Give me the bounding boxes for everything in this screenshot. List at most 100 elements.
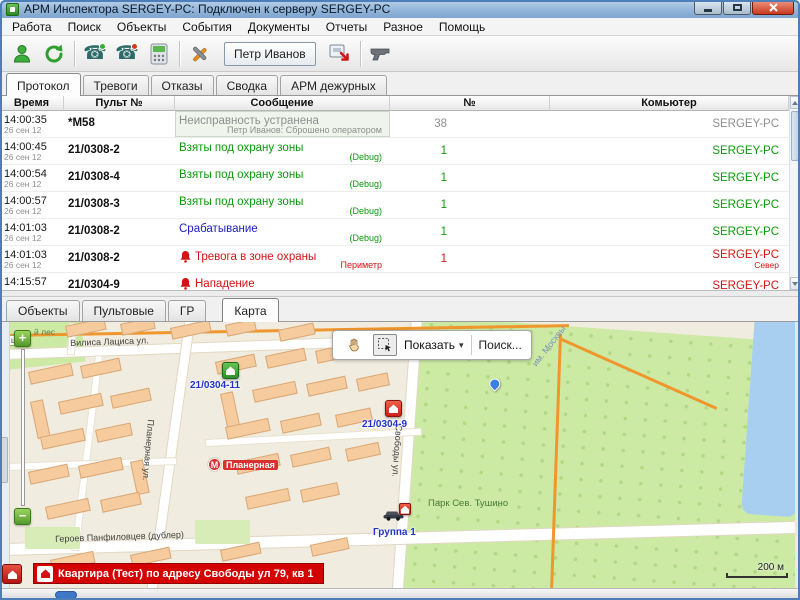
weapon-button[interactable]	[365, 39, 397, 69]
close-button[interactable]	[752, 0, 794, 15]
map-canvas[interactable]: М Планерная + − Показать ▾ Поиск... 200 …	[10, 322, 795, 588]
map-road	[72, 356, 102, 550]
map-marker-green-house[interactable]	[222, 362, 239, 379]
splitter[interactable]	[0, 290, 800, 297]
column-header-4[interactable]: Комьютер	[550, 96, 789, 111]
menu-item-1[interactable]: Поиск	[60, 18, 109, 36]
operator-icon	[11, 43, 33, 65]
zoom-out-button[interactable]: −	[14, 508, 31, 525]
cell-message: Нападение	[175, 273, 390, 290]
event-time: 14:01:03	[4, 246, 64, 261]
main-tab-4[interactable]: АРМ дежурных	[280, 75, 387, 95]
menu-item-5[interactable]: Отчеты	[318, 18, 375, 36]
zoom-slider[interactable]	[21, 349, 25, 506]
alarm-button[interactable]	[2, 564, 22, 584]
metro-station[interactable]: М Планерная	[208, 458, 278, 471]
computer-name: SERGEY-PC	[712, 172, 779, 184]
column-header-0[interactable]: Время	[0, 96, 64, 111]
scrollbar-thumb[interactable]	[791, 111, 799, 161]
scroll-up-button[interactable]	[790, 96, 800, 109]
map-side-scrollbar-thumb[interactable]	[1, 437, 8, 483]
main-tab-3[interactable]: Сводка	[216, 75, 279, 95]
main-tab-2[interactable]: Отказы	[151, 75, 214, 95]
logout-button[interactable]	[324, 39, 356, 69]
answer-call-button[interactable]: ☎	[79, 39, 111, 69]
bottom-tab-2[interactable]: ГР	[168, 300, 207, 321]
pult-number: 21/0304-9	[64, 273, 175, 290]
map-marker-red-house[interactable]	[385, 400, 402, 417]
minimize-button[interactable]	[694, 0, 722, 15]
cell-pult: 21/0308-2	[64, 246, 175, 272]
menu-item-3[interactable]: События	[174, 18, 240, 36]
table-row-0[interactable]: 14:00:3526 сен 12*М58Неисправность устра…	[0, 111, 789, 138]
menu-item-7[interactable]: Помощь	[431, 18, 493, 36]
select-tool-button[interactable]	[373, 334, 397, 356]
map-toolbar-separator	[471, 335, 472, 355]
message-subtext: (Debug)	[349, 233, 382, 243]
map-building	[300, 482, 340, 503]
bottom-tab-3[interactable]: Карта	[222, 298, 278, 322]
table-row-3[interactable]: 14:00:5726 сен 1221/0308-3Взяты под охра…	[0, 192, 789, 219]
map-building	[110, 388, 152, 409]
zoom-in-button[interactable]: +	[14, 330, 31, 347]
main-tab-0[interactable]: Протокол	[6, 73, 81, 96]
menu-item-4[interactable]: Документы	[240, 18, 318, 36]
table-row-1[interactable]: 14:00:4526 сен 1221/0308-2Взяты под охра…	[0, 138, 789, 165]
cell-computer: SERGEY-PC	[550, 138, 789, 164]
map-building	[290, 447, 332, 468]
title-bar[interactable]: АРМ Инспектора SERGEY-PC: Подключен к се…	[0, 0, 800, 18]
settings-button[interactable]	[184, 39, 216, 69]
pult-number: 21/0308-3	[64, 192, 175, 210]
table-row-5[interactable]: 14:01:0326 сен 1221/0308-2Тревога в зоне…	[0, 246, 789, 273]
map-side-scrollbar[interactable]	[0, 322, 10, 588]
bottom-tab-1[interactable]: Пультовые	[82, 300, 166, 321]
device-panel-button[interactable]	[143, 39, 175, 69]
app-icon	[6, 3, 19, 16]
cell-number	[390, 273, 550, 290]
operator-button[interactable]	[6, 39, 38, 69]
menu-item-2[interactable]: Объекты	[109, 18, 175, 36]
message-subtext: (Debug)	[349, 152, 382, 162]
current-operator-button[interactable]: Петр Иванов	[224, 42, 316, 66]
column-header-2[interactable]: Сообщение	[175, 96, 390, 111]
show-dropdown-button[interactable]: Показать ▾	[404, 338, 464, 352]
maximize-icon	[733, 4, 742, 11]
pan-tool-button[interactable]	[342, 334, 366, 356]
cell-time: 14:01:0326 сен 12	[0, 246, 64, 272]
table-row-2[interactable]: 14:00:5426 сен 1221/0308-4Взяты под охра…	[0, 165, 789, 192]
minimize-icon	[704, 9, 712, 12]
event-table: ВремяПульт №Сообщение№Комьютер 14:00:352…	[0, 96, 800, 290]
maximize-button[interactable]	[723, 0, 751, 15]
alarm-banner[interactable]: Квартира (Тест) по адресу Свободы ул 79,…	[33, 563, 324, 584]
metro-icon: М	[208, 458, 221, 471]
pult-number: 21/0308-2	[64, 246, 175, 264]
message-subtext: (Debug)	[349, 206, 382, 216]
menu-item-0[interactable]: Работа	[4, 18, 60, 36]
cell-message: Срабатывание(Debug)	[175, 219, 390, 245]
map-search-button[interactable]: Поиск...	[479, 338, 522, 352]
refresh-icon	[42, 42, 66, 66]
map-toolbar: Показать ▾ Поиск...	[332, 330, 532, 360]
hangup-call-button[interactable]: ☎	[111, 39, 143, 69]
cell-computer: SERGEY-PC	[550, 192, 789, 218]
menu-item-6[interactable]: Разное	[375, 18, 431, 36]
table-row-4[interactable]: 14:01:0326 сен 1221/0308-2Срабатывание(D…	[0, 219, 789, 246]
cell-number: 1	[390, 165, 550, 191]
main-toolbar: ☎ ☎ Петр Иванов	[0, 36, 800, 72]
cell-computer: SERGEY-PCСевер	[550, 246, 789, 272]
scroll-down-button[interactable]	[790, 277, 800, 290]
column-header-3[interactable]: №	[390, 96, 550, 111]
column-header-1[interactable]: Пульт №	[64, 96, 175, 111]
table-header: ВремяПульт №Сообщение№Комьютер	[0, 96, 789, 111]
refresh-button[interactable]	[38, 39, 70, 69]
map-marker-group-car[interactable]	[382, 508, 406, 526]
toolbar-separator	[179, 41, 180, 67]
computer-name: SERGEY-PC	[712, 145, 779, 157]
alarm-icon	[179, 277, 192, 290]
bottom-tab-0[interactable]: Объекты	[6, 300, 80, 321]
main-tab-1[interactable]: Тревоги	[83, 75, 149, 95]
vertical-scrollbar[interactable]	[789, 96, 800, 290]
cell-time: 14:00:4526 сен 12	[0, 138, 64, 164]
table-row-6[interactable]: 14:15:5721/0304-9НападениеSERGEY-PC	[0, 273, 789, 290]
map-building	[95, 423, 133, 443]
